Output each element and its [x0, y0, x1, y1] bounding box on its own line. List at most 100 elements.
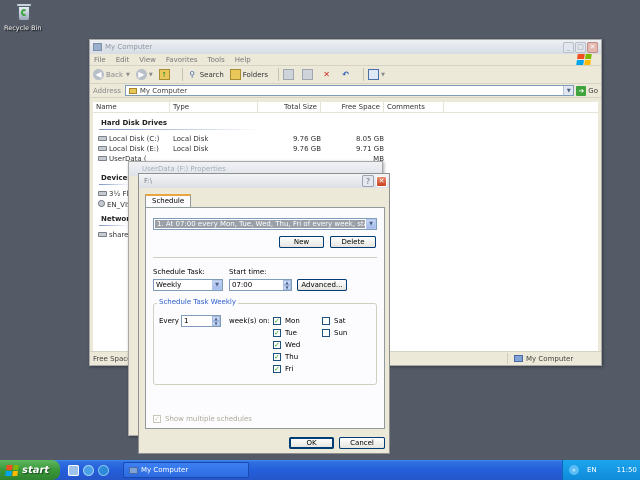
checkbox-sun[interactable] [322, 329, 330, 337]
menu-tools[interactable]: Tools [208, 56, 225, 64]
computer-mini-icon [128, 87, 137, 94]
checkbox-wed[interactable]: ✓ [273, 341, 281, 349]
search-button[interactable]: ⚲ Search [187, 69, 224, 80]
taskbar-my-computer-button[interactable]: My Computer [123, 462, 249, 478]
back-button[interactable]: ◀ Back ▼ [93, 69, 130, 80]
taskbar: start My Computer « EN 11:50 [0, 460, 640, 480]
dialog-titlebar[interactable]: F:\ ? ✕ [139, 174, 389, 188]
delete-x-icon: ✕ [323, 70, 330, 79]
address-dropdown-icon[interactable]: ▼ [563, 86, 574, 95]
quick-launch [68, 464, 113, 476]
back-arrow-icon: ◀ [93, 69, 104, 80]
recycle-bin-desktop-icon[interactable]: Recycle Bin [4, 2, 44, 32]
checkbox-mon[interactable]: ✓ [273, 317, 281, 325]
day-checkbox-thu[interactable]: ✓ Thu [273, 353, 298, 361]
floppy-icon [98, 191, 107, 196]
folders-icon [229, 69, 241, 80]
day-checkbox-fri[interactable]: ✓ Fri [273, 365, 293, 373]
folders-label: Folders [242, 70, 269, 79]
spin-down-icon[interactable]: ▼ [212, 321, 220, 326]
col-type[interactable]: Type [170, 102, 258, 112]
move-to-button[interactable] [283, 69, 296, 80]
table-row[interactable]: Local Disk (E:) Local Disk 9.76 GB 9.71 … [93, 144, 598, 154]
start-time-value: 07:00 [232, 281, 253, 289]
checkbox-thu[interactable]: ✓ [273, 353, 281, 361]
close-button[interactable]: ✕ [587, 41, 598, 53]
move-to-icon [283, 69, 295, 80]
cd-drive-icon [98, 199, 105, 207]
internet-explorer-icon[interactable] [83, 464, 94, 476]
properties-title: UserData (F:) Properties [142, 165, 226, 173]
day-checkbox-sun[interactable]: Sun [322, 329, 347, 337]
group-hard-disks: Hard Disk Drives [101, 119, 168, 127]
chevron-down-icon[interactable]: ▼ [366, 219, 376, 229]
col-free-space[interactable]: Free Space [321, 102, 384, 112]
language-indicator[interactable]: EN [587, 466, 597, 474]
tray-arrow-icon[interactable]: « [569, 465, 579, 475]
explorer-title: My Computer [105, 43, 153, 51]
checkbox-show-multiple[interactable]: ✓ [153, 415, 161, 423]
start-time-stepper[interactable]: 07:00 ▲ ▼ [229, 279, 292, 291]
start-button[interactable]: start [0, 460, 60, 480]
toolbar: ◀ Back ▼ ▶ ▼ ↑ ⚲ Search Folders ✕ ↶ ▼ [90, 66, 601, 84]
minimize-button[interactable]: _ [563, 41, 574, 53]
tab-schedule[interactable]: Schedule [145, 194, 192, 207]
start-time-label: Start time: [229, 268, 267, 276]
advanced-button[interactable]: Advanced... [297, 279, 347, 291]
menu-view[interactable]: View [139, 56, 156, 64]
spin-down-icon[interactable]: ▼ [283, 285, 291, 290]
delete-button[interactable]: ✕ [321, 69, 334, 80]
undo-button[interactable]: ↶ [340, 69, 353, 80]
menu-file[interactable]: File [94, 56, 106, 64]
col-name[interactable]: Name [93, 102, 170, 112]
day-checkbox-sat[interactable]: Sat [322, 317, 345, 325]
show-desktop-icon[interactable] [68, 464, 79, 476]
cancel-button[interactable]: Cancel [339, 437, 385, 449]
day-checkbox-wed[interactable]: ✓ Wed [273, 341, 300, 349]
new-button[interactable]: New [279, 236, 324, 248]
go-button[interactable]: ➔ Go [576, 85, 598, 96]
menu-help[interactable]: Help [235, 56, 251, 64]
chevron-down-icon[interactable]: ▼ [212, 280, 222, 290]
clock[interactable]: 11:50 [617, 466, 637, 474]
day-checkbox-mon[interactable]: ✓ Mon [273, 317, 300, 325]
copy-to-button[interactable] [302, 69, 315, 80]
recycle-bin-icon [15, 2, 33, 22]
checkbox-fri[interactable]: ✓ [273, 365, 281, 373]
search-label: Search [199, 70, 224, 79]
checkbox-tue[interactable]: ✓ [273, 329, 281, 337]
schedule-list-combo[interactable]: 1. At 07:00 every Mon, Tue, Wed, Thu, Fr… [153, 218, 377, 230]
every-weeks-stepper[interactable]: 1 ▲ ▼ [181, 315, 221, 327]
menu-edit[interactable]: Edit [116, 56, 130, 64]
checkbox-sat[interactable] [322, 317, 330, 325]
maximize-button[interactable]: □ [575, 41, 586, 53]
up-folder-button[interactable]: ↑ [158, 69, 172, 80]
col-total-size[interactable]: Total Size [258, 102, 321, 112]
media-player-icon[interactable] [98, 464, 109, 476]
col-comments[interactable]: Comments [384, 102, 444, 112]
back-label: Back [106, 70, 123, 79]
folders-button[interactable]: Folders [229, 69, 269, 80]
schedule-task-combo[interactable]: Weekly ▼ [153, 279, 223, 291]
day-checkbox-tue[interactable]: ✓ Tue [273, 329, 297, 337]
table-row[interactable]: Local Disk (C:) Local Disk 9.76 GB 8.05 … [93, 134, 598, 144]
network-drive-icon [98, 232, 107, 237]
schedule-dialog: F:\ ? ✕ Schedule 1. At 07:00 every Mon, … [138, 173, 390, 454]
menu-favorites[interactable]: Favorites [166, 56, 198, 64]
ok-button[interactable]: OK [289, 437, 334, 449]
undo-icon: ↶ [342, 70, 349, 79]
dialog-close-button[interactable]: ✕ [376, 175, 387, 187]
menu-bar: File Edit View Favorites Tools Help [90, 54, 601, 66]
status-location: My Computer [526, 354, 574, 363]
help-button[interactable]: ? [362, 175, 374, 187]
address-input[interactable]: My Computer ▼ [124, 85, 575, 96]
delete-button[interactable]: Delete [330, 236, 376, 248]
views-button[interactable]: ▼ [368, 69, 385, 80]
up-folder-icon: ↑ [158, 69, 170, 80]
show-multiple-checkbox[interactable]: ✓ Show multiple schedules [153, 415, 252, 423]
hard-disk-icon [98, 146, 107, 151]
explorer-titlebar[interactable]: My Computer _ □ ✕ [90, 40, 601, 54]
every-label: Every [159, 317, 179, 325]
tab-schedule-label: Schedule [152, 197, 185, 205]
forward-button[interactable]: ▶ ▼ [135, 69, 153, 80]
